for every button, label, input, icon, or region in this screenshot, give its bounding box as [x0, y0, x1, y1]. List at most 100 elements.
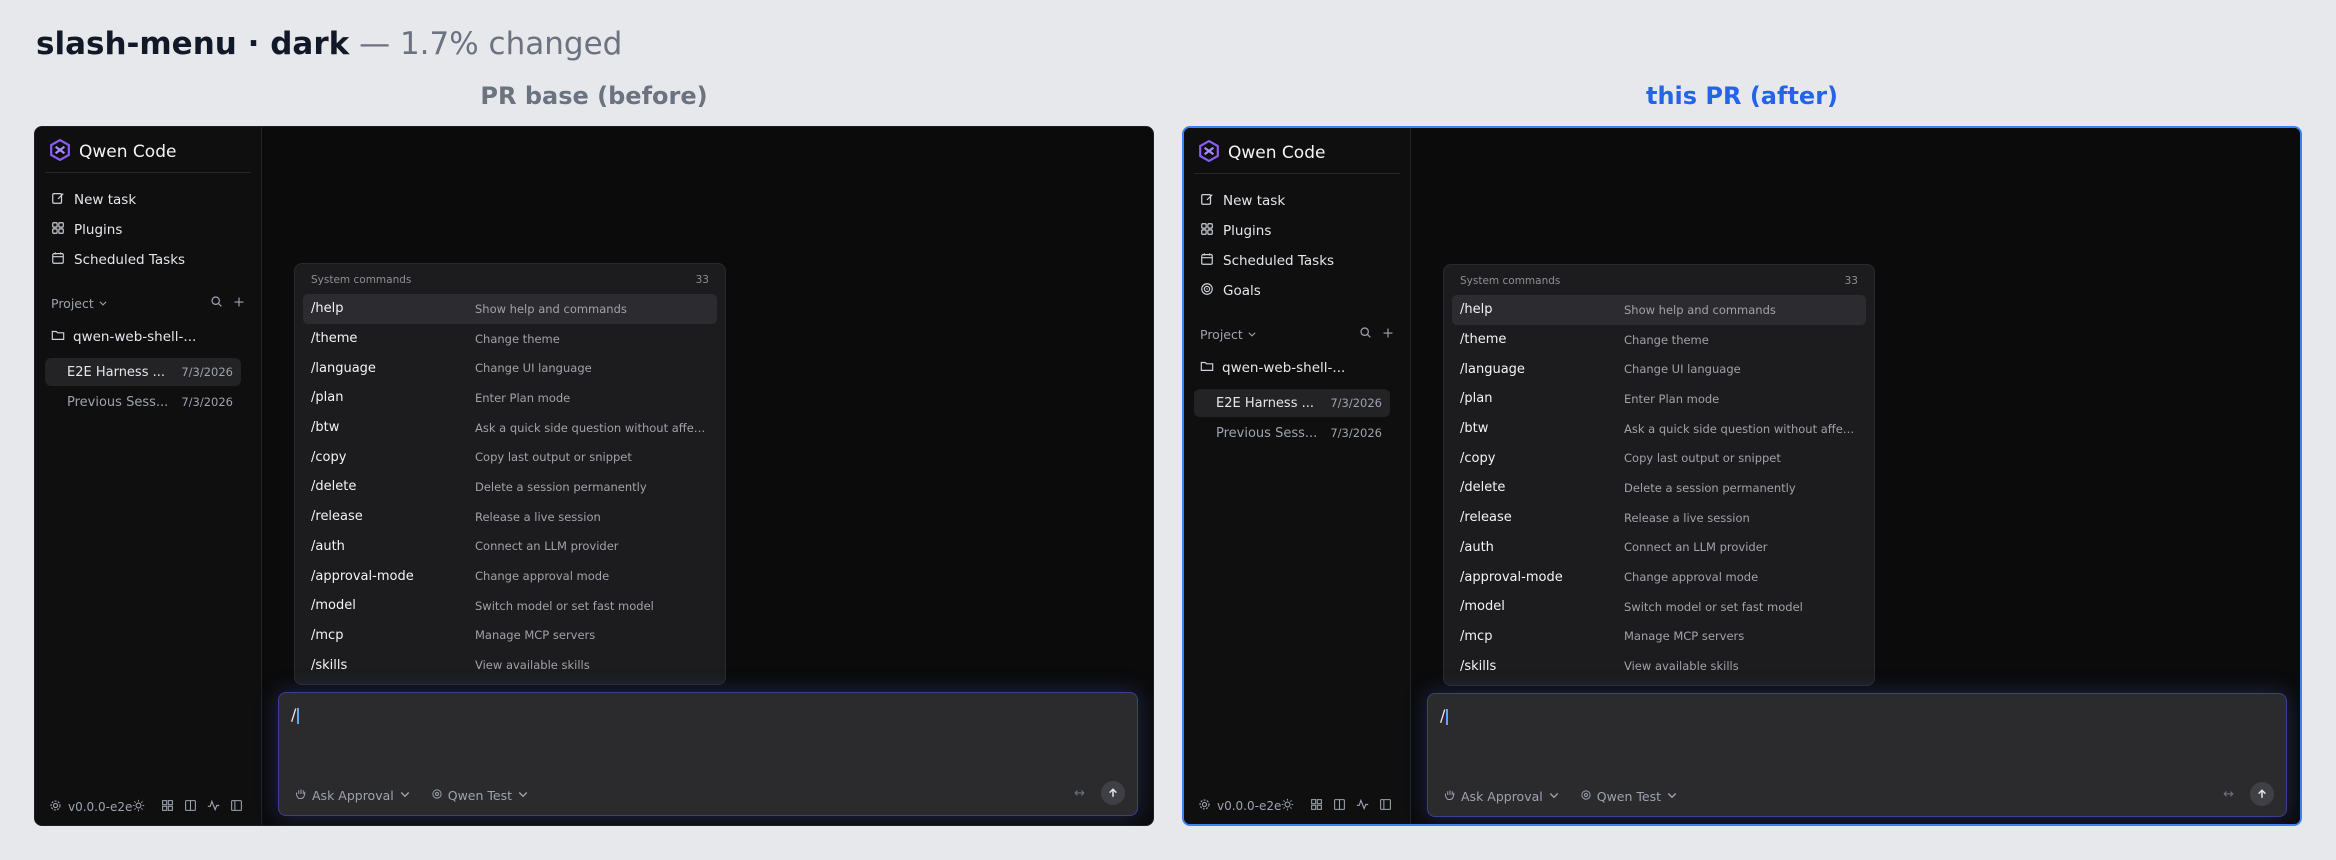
slash-command-item[interactable]: /theme Change theme — [1452, 325, 1866, 355]
menu-count: 33 — [695, 274, 709, 286]
book-icon[interactable] — [1333, 798, 1346, 814]
slash-command-item[interactable]: /btw Ask a quick side question without a… — [1452, 414, 1866, 444]
approval-mode-dropdown[interactable]: Ask Approval — [295, 788, 411, 803]
grid-icon[interactable] — [161, 799, 174, 815]
nav-item-new-task[interactable]: New task — [1200, 186, 1334, 216]
send-button[interactable] — [1101, 781, 1125, 805]
command-description: Show help and commands — [475, 301, 627, 316]
command-name: /delete — [1460, 480, 1506, 496]
session-date: 7/3/2026 — [181, 395, 233, 409]
slash-command-item[interactable]: /auth Connect an LLM provider — [303, 532, 717, 562]
plugin-icon — [51, 221, 65, 239]
model-icon — [431, 788, 443, 803]
slash-command-item[interactable]: /language Change UI language — [1452, 354, 1866, 384]
session-item[interactable]: Previous Sess... 7/3/2026 — [1194, 419, 1390, 447]
project-folder[interactable]: qwen-web-shell-... — [1200, 359, 1345, 377]
project-dropdown[interactable]: Project — [1200, 327, 1257, 342]
session-date: 7/3/2026 — [1330, 396, 1382, 410]
slash-command-item[interactable]: /release Release a live session — [303, 502, 717, 532]
approval-mode-dropdown[interactable]: Ask Approval — [1444, 789, 1560, 804]
session-item[interactable]: E2E Harness ... 7/3/2026 — [1194, 389, 1390, 417]
command-name: /theme — [311, 331, 358, 347]
slash-command-item[interactable]: /plan Enter Plan mode — [303, 383, 717, 413]
command-name: /auth — [311, 538, 345, 554]
activity-icon[interactable] — [207, 799, 220, 815]
slash-command-item[interactable]: /plan Enter Plan mode — [1452, 384, 1866, 414]
command-name: /skills — [1460, 658, 1497, 674]
activity-icon[interactable] — [1356, 798, 1369, 814]
project-dropdown[interactable]: Project — [51, 296, 108, 311]
nav-item-scheduled-tasks[interactable]: Scheduled Tasks — [1200, 246, 1334, 276]
session-item[interactable]: E2E Harness ... 7/3/2026 — [45, 358, 241, 386]
project-folder[interactable]: qwen-web-shell-... — [51, 328, 196, 346]
slash-command-item[interactable]: /delete Delete a session permanently — [303, 472, 717, 502]
command-name: /model — [311, 598, 356, 614]
chevron-down-icon — [517, 788, 529, 803]
slash-command-item[interactable]: /help Show help and commands — [303, 294, 717, 324]
grid-icon[interactable] — [1310, 798, 1323, 814]
slash-command-item[interactable]: /help Show help and commands — [1452, 295, 1866, 325]
folder-icon — [1200, 359, 1214, 377]
send-button[interactable] — [2250, 782, 2274, 806]
slash-command-item[interactable]: /skills View available skills — [303, 650, 717, 680]
hand-icon — [1444, 789, 1456, 804]
sun-icon[interactable] — [1281, 798, 1294, 814]
nav-item-plugins[interactable]: Plugins — [51, 215, 185, 245]
slash-command-item[interactable]: /release Release a live session — [1452, 503, 1866, 533]
search-icon[interactable] — [210, 295, 223, 311]
slash-command-item[interactable]: /btw Ask a quick side question without a… — [303, 413, 717, 443]
page-title-subtitle: — 1.7% changed — [349, 26, 623, 62]
nav-item-goals[interactable]: Goals — [1200, 276, 1334, 306]
slash-command-item[interactable]: /auth Connect an LLM provider — [1452, 533, 1866, 563]
slash-command-item[interactable]: /model Switch model or set fast model — [303, 591, 717, 621]
model-dropdown[interactable]: Qwen Test — [431, 788, 529, 803]
send-icon — [2256, 785, 2268, 804]
slash-command-item[interactable]: /approval-mode Change approval mode — [1452, 562, 1866, 592]
plus-icon[interactable] — [233, 296, 245, 311]
command-name: /plan — [311, 390, 344, 406]
search-icon[interactable] — [1359, 326, 1372, 342]
chevron-down-icon — [1247, 327, 1257, 342]
session-item[interactable]: Previous Sess... 7/3/2026 — [45, 388, 241, 416]
session-date: 7/3/2026 — [181, 365, 233, 379]
composer[interactable]: / Ask Approval Qwen Test ↔ — [1427, 693, 2287, 817]
panel-icon[interactable] — [230, 799, 243, 815]
expand-icon[interactable]: ↔ — [1074, 786, 1085, 801]
nav-item-plugins[interactable]: Plugins — [1200, 216, 1334, 246]
slash-command-item[interactable]: /copy Copy last output or snippet — [303, 442, 717, 472]
slash-command-item[interactable]: /skills View available skills — [1452, 651, 1866, 681]
composer-input[interactable]: / — [1440, 706, 1449, 725]
slash-command-item[interactable]: /delete Delete a session permanently — [1452, 473, 1866, 503]
app-header: Qwen Code — [49, 137, 176, 167]
logo-icon — [1198, 139, 1220, 166]
plus-icon[interactable] — [1382, 327, 1394, 342]
model-icon — [1580, 789, 1592, 804]
composer-input[interactable]: / — [291, 705, 300, 724]
session-title: Previous Sess... — [67, 394, 169, 410]
command-name: /release — [1460, 510, 1512, 526]
slash-command-item[interactable]: /copy Copy last output or snippet — [1452, 443, 1866, 473]
slash-command-item[interactable]: /approval-mode Change approval mode — [303, 561, 717, 591]
composer[interactable]: / Ask Approval Qwen Test ↔ — [278, 692, 1138, 816]
slash-command-item[interactable]: /theme Change theme — [303, 324, 717, 354]
book-icon[interactable] — [184, 799, 197, 815]
slash-command-item[interactable]: /mcp Manage MCP servers — [303, 621, 717, 651]
gear-icon[interactable] — [1198, 798, 1211, 814]
model-dropdown[interactable]: Qwen Test — [1580, 789, 1678, 804]
command-description: Change theme — [1624, 332, 1709, 347]
command-name: /auth — [1460, 539, 1494, 555]
sun-icon[interactable] — [132, 799, 145, 815]
nav-item-new-task[interactable]: New task — [51, 185, 185, 215]
command-name: /release — [311, 509, 363, 525]
command-description: Change theme — [475, 331, 560, 346]
slash-command-item[interactable]: /mcp Manage MCP servers — [1452, 622, 1866, 652]
command-name: /skills — [311, 657, 348, 673]
panel-icon[interactable] — [1379, 798, 1392, 814]
composer-text: / — [1440, 706, 1446, 725]
slash-command-item[interactable]: /model Switch model or set fast model — [1452, 592, 1866, 622]
nav-item-scheduled-tasks[interactable]: Scheduled Tasks — [51, 245, 185, 275]
expand-icon[interactable]: ↔ — [2223, 787, 2234, 802]
gear-icon[interactable] — [49, 799, 62, 815]
slash-command-item[interactable]: /language Change UI language — [303, 353, 717, 383]
menu-heading: System commands — [311, 274, 412, 286]
